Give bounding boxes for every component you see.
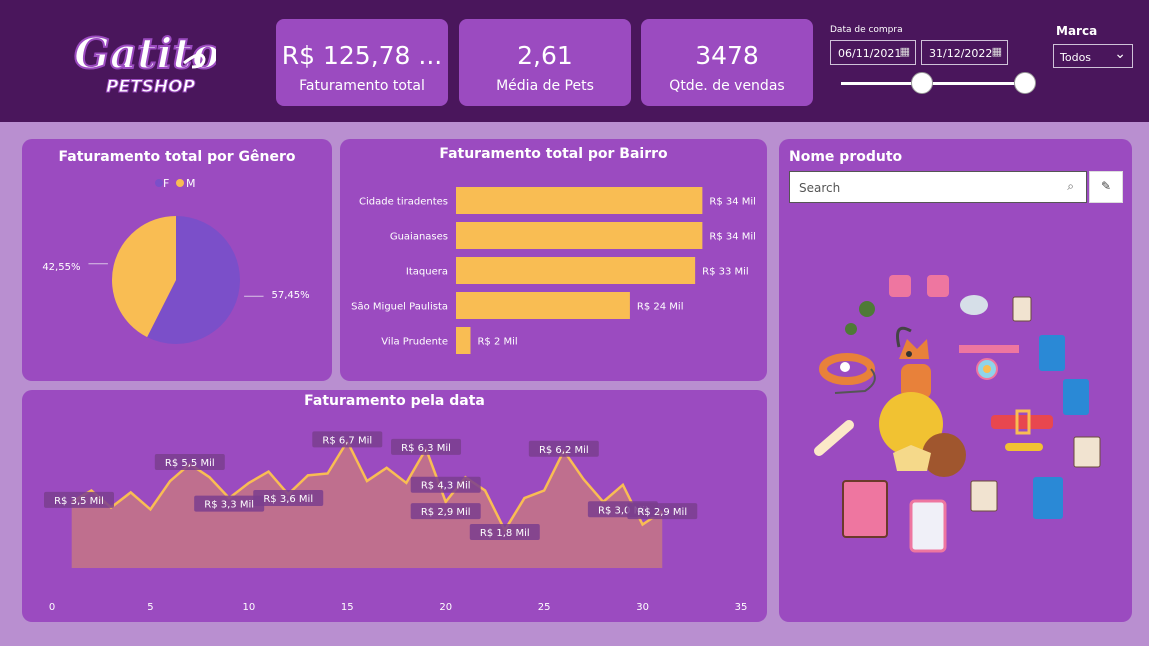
bar-data-label: R$ 34 Mil bbox=[709, 232, 756, 243]
legend-label-f: F bbox=[163, 177, 169, 190]
bar-data-label: R$ 34 Mil bbox=[709, 197, 756, 208]
food-can-icon bbox=[909, 499, 947, 553]
kpi-media-pets: 2,61 Média de Pets bbox=[459, 19, 631, 106]
blue-food-bag-icon bbox=[1033, 477, 1063, 519]
ball-icon bbox=[845, 323, 857, 335]
eraser-icon: ✎ bbox=[1100, 179, 1112, 193]
pie-data-label: 42,55% bbox=[42, 262, 80, 273]
x-tick-label: 20 bbox=[439, 602, 452, 613]
eraser-button[interactable]: ✎ bbox=[1089, 171, 1123, 203]
product-panel-title: Nome produto bbox=[789, 149, 903, 165]
gatito-logo: Gatito PETSHOP bbox=[73, 28, 216, 98]
date-filter-label: Data de compra bbox=[830, 25, 903, 35]
pet-shirt-icon bbox=[889, 275, 911, 297]
bar-category-label: Cidade tiradentes bbox=[359, 197, 448, 208]
calendar-icon[interactable]: ▦ bbox=[992, 45, 1002, 58]
kpi-label: Qtde. de vendas bbox=[669, 78, 785, 94]
bar-category-label: Guaianases bbox=[390, 232, 448, 243]
data-label: R$ 1,8 Mil bbox=[480, 528, 530, 539]
date-slider-end-handle[interactable] bbox=[1014, 72, 1036, 94]
treat-bag-icon bbox=[970, 480, 998, 512]
search-placeholder: Search bbox=[799, 181, 841, 195]
date-end-field[interactable]: 31/12/2022 ▦ bbox=[921, 40, 1008, 65]
bairro-bar-chart: Cidade tiradentes R$ 34 Mil Guaianases R$ 3… bbox=[351, 187, 756, 354]
bar-category-label: São Miguel Paulista bbox=[351, 302, 448, 313]
ball-icon bbox=[859, 301, 875, 317]
bone-icon bbox=[814, 420, 854, 456]
red-collar-icon bbox=[991, 415, 1053, 429]
x-tick-label: 35 bbox=[735, 602, 748, 613]
data-label: R$ 2,9 Mil bbox=[637, 507, 687, 518]
product-search-input[interactable]: Search ⌕ bbox=[789, 171, 1087, 203]
data-label: R$ 6,7 Mil bbox=[322, 435, 372, 446]
search-icon[interactable]: ⌕ bbox=[1067, 179, 1074, 194]
brand-filter-label: Marca bbox=[1056, 24, 1098, 38]
chevron-down-icon: ⌄ bbox=[1114, 46, 1126, 62]
blue-food-bag-icon bbox=[1063, 379, 1089, 415]
food-bag-icon bbox=[1012, 296, 1032, 322]
pie-data-label: 57,45% bbox=[272, 290, 310, 301]
legend-swatch-m bbox=[176, 179, 184, 187]
kpi-value: R$ 125,78 ... bbox=[281, 41, 443, 70]
bar[interactable] bbox=[456, 327, 471, 354]
kpi-value: 3478 bbox=[695, 41, 759, 70]
x-tick-label: 30 bbox=[636, 602, 649, 613]
calendar-icon[interactable]: ▦ bbox=[900, 45, 910, 58]
bar[interactable] bbox=[456, 257, 696, 284]
blue-food-bag-icon bbox=[1039, 335, 1065, 371]
date-slider-track[interactable] bbox=[841, 82, 1026, 85]
kpi-value: 2,61 bbox=[517, 41, 573, 70]
bar-category-label: Itaquera bbox=[406, 267, 448, 278]
date-start-field[interactable]: 06/11/2021 ▦ bbox=[830, 40, 916, 65]
data-label: R$ 5,5 Mil bbox=[165, 458, 215, 469]
mouse-toy-icon bbox=[960, 295, 988, 315]
bar[interactable] bbox=[456, 292, 630, 319]
pet-shirt-icon bbox=[927, 275, 949, 297]
bairro-panel: Faturamento total por Bairro Cidade tira… bbox=[340, 139, 767, 381]
gender-panel: Faturamento total por Gênero F M 57,45% 4… bbox=[22, 139, 332, 381]
date-start-value: 06/11/2021 bbox=[838, 47, 902, 60]
data-label: R$ 3,6 Mil bbox=[263, 494, 313, 505]
date-area-chart: 0 5 10 15 20 25 30 35 R$ 3,5 Mil R$ 5,5 Mil R$ 3,3… bbox=[44, 431, 748, 613]
kpi-qtde-vendas: 3478 Qtde. de vendas bbox=[641, 19, 813, 106]
treat-bag-icon bbox=[1073, 436, 1101, 468]
logo-subtext: PETSHOP bbox=[106, 77, 196, 97]
x-tick-label: 0 bbox=[49, 602, 55, 613]
snack-package-icon bbox=[842, 480, 888, 538]
data-label: R$ 3,5 Mil bbox=[54, 496, 104, 507]
brand-select[interactable]: Todos ⌄ bbox=[1053, 44, 1133, 68]
legend-label-m: M bbox=[186, 177, 196, 190]
kpi-label: Média de Pets bbox=[496, 78, 594, 94]
x-tick-label: 15 bbox=[341, 602, 354, 613]
data-label: R$ 6,3 Mil bbox=[401, 443, 451, 454]
pink-collar-icon bbox=[959, 345, 1019, 380]
legend-swatch-f bbox=[155, 179, 163, 187]
date-slider-start-handle[interactable] bbox=[911, 72, 933, 94]
kpi-faturamento-total: R$ 125,78 ... Faturamento total bbox=[276, 19, 448, 106]
x-tick-label: 10 bbox=[242, 602, 255, 613]
bar[interactable] bbox=[456, 187, 703, 214]
brand-selected-value: Todos bbox=[1060, 51, 1092, 64]
logo-text: Gatito bbox=[74, 29, 216, 78]
gender-pie-chart: F M 57,45% 42,55% bbox=[42, 177, 310, 344]
data-label: R$ 3,3 Mil bbox=[204, 500, 254, 511]
x-tick-label: 25 bbox=[538, 602, 551, 613]
bar-data-label: R$ 33 Mil bbox=[702, 267, 749, 278]
x-tick-label: 5 bbox=[147, 602, 153, 613]
data-label: R$ 2,9 Mil bbox=[421, 507, 471, 518]
product-panel: Nome produto Search ⌕ ✎ bbox=[779, 139, 1132, 622]
data-label: R$ 4,3 Mil bbox=[421, 481, 471, 492]
collar-icon bbox=[819, 353, 876, 394]
product-illustration bbox=[814, 275, 1101, 553]
data-label: R$ 6,2 Mil bbox=[539, 445, 589, 456]
dog-icon bbox=[899, 339, 931, 399]
date-end-value: 31/12/2022 bbox=[929, 47, 993, 60]
date-panel: Faturamento pela data 0 5 10 15 20 25 30 35 R$ 3… bbox=[22, 390, 767, 622]
bar-category-label: Vila Prudente bbox=[381, 337, 448, 348]
bar-data-label: R$ 24 Mil bbox=[637, 302, 684, 313]
kpi-label: Faturamento total bbox=[299, 78, 425, 94]
bar-data-label: R$ 2 Mil bbox=[477, 337, 517, 348]
bar[interactable] bbox=[456, 222, 703, 249]
